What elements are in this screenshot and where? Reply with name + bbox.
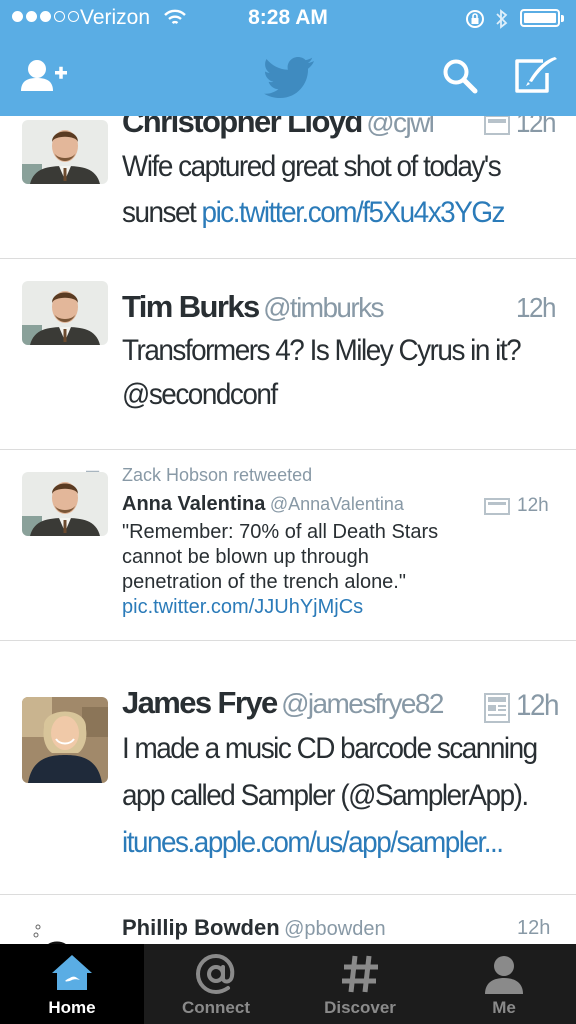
avatar[interactable] — [22, 281, 108, 345]
tweet-item[interactable]: Tim Burks @timburks 12h Transformers 4? … — [0, 259, 576, 450]
tab-me[interactable]: Me — [432, 944, 576, 1024]
tweet-link[interactable]: pic.twitter.com/JJUhYjMjCs — [122, 595, 438, 620]
tweet-author-handle[interactable]: @pbowden — [284, 918, 385, 940]
navigation-header: Verizon 8:28 AM — [0, 0, 576, 116]
tweet-author-name[interactable]: Phillip Bowden — [122, 915, 280, 940]
tweet-item[interactable]: Zack Hobson retweeted Anna Valentina @An… — [0, 450, 576, 641]
tab-label: Discover — [324, 998, 396, 1017]
profile-icon — [485, 956, 523, 994]
media-card-icon — [484, 116, 510, 135]
hashtag-icon — [342, 955, 378, 993]
battery-icon — [520, 9, 564, 27]
tweet-mention[interactable]: @secondconf — [122, 373, 520, 417]
tweet-header: Anna Valentina @AnnaValentina — [122, 493, 482, 516]
tweet-time: 12h — [517, 495, 549, 516]
tweet-author-name[interactable]: Christopher Lloyd — [122, 116, 363, 139]
clock: 8:28 AM — [248, 6, 328, 29]
rotation-lock-icon — [466, 10, 484, 28]
tab-discover[interactable]: Discover — [288, 944, 432, 1024]
tweet-text: Wife captured great shot of today's suns… — [122, 150, 506, 229]
tweet-header: Tim Burks @timburks — [122, 289, 502, 325]
tab-bar: Home Connect Discover Me — [0, 944, 576, 1024]
status-bar: Verizon 8:28 AM — [0, 0, 576, 38]
bluetooth-icon — [496, 9, 508, 29]
tweet-time: 12h — [517, 917, 551, 939]
search-icon[interactable] — [442, 58, 478, 94]
add-user-icon[interactable] — [20, 58, 68, 94]
retweeted-by[interactable]: Zack Hobson retweeted — [122, 465, 312, 486]
avatar[interactable] — [22, 120, 108, 184]
tweet-text: "Remember: 70% of all Death Stars cannot… — [122, 521, 439, 620]
tweet-author-handle[interactable]: @jamesfrye82 — [281, 688, 444, 719]
tab-label: Me — [492, 998, 516, 1017]
tweet-author-name[interactable]: Anna Valentina — [122, 493, 265, 515]
home-icon — [52, 955, 92, 990]
tweet-text: I made a music CD barcode scanning app c… — [122, 725, 568, 866]
tweet-author-name[interactable]: Tim Burks — [122, 289, 260, 324]
tab-home[interactable]: Home — [0, 944, 144, 1024]
tweet-author-handle[interactable]: @cjwl — [366, 116, 435, 138]
tweet-author-handle[interactable]: @timburks — [263, 292, 384, 323]
tweet-author-name[interactable]: James Frye — [122, 685, 278, 720]
tweet-time: 12h — [516, 116, 556, 138]
tweet-time: 12h — [516, 689, 560, 722]
tab-label: Home — [48, 998, 96, 1017]
media-card-icon — [484, 498, 510, 515]
tweet-item[interactable]: Phillip Bowden @pbowden 12h — [0, 895, 576, 944]
tweet-item[interactable]: James Frye @jamesfrye82 12h I made a mus… — [0, 641, 576, 895]
tweet-author-handle[interactable]: @AnnaValentina — [270, 494, 404, 514]
avatar[interactable] — [30, 921, 80, 944]
tab-label: Connect — [182, 998, 250, 1017]
tweet-link[interactable]: pic.twitter.com/f5Xu4x3YGz — [202, 196, 506, 229]
tweet-header: James Frye @jamesfrye82 — [122, 685, 482, 721]
media-card-icon — [484, 693, 510, 723]
tweet-time: 12h — [516, 292, 556, 323]
tweet-item[interactable]: Christopher Lloyd @cjwl 12h Wife capture… — [0, 116, 576, 259]
avatar[interactable] — [22, 472, 108, 536]
tweet-link[interactable]: itunes.apple.com/us/app/sampler... — [122, 819, 537, 866]
compose-icon[interactable] — [513, 55, 559, 95]
at-sign-icon — [195, 953, 235, 995]
avatar[interactable] — [22, 697, 108, 783]
timeline-feed[interactable]: Christopher Lloyd @cjwl 12h Wife capture… — [0, 116, 576, 944]
tweet-header: Phillip Bowden @pbowden — [122, 915, 482, 941]
tweet-text: Transformers 4? Is Miley Cyrus in it? @s… — [122, 329, 550, 417]
tab-connect[interactable]: Connect — [144, 944, 288, 1024]
twitter-bird-icon — [264, 57, 314, 98]
